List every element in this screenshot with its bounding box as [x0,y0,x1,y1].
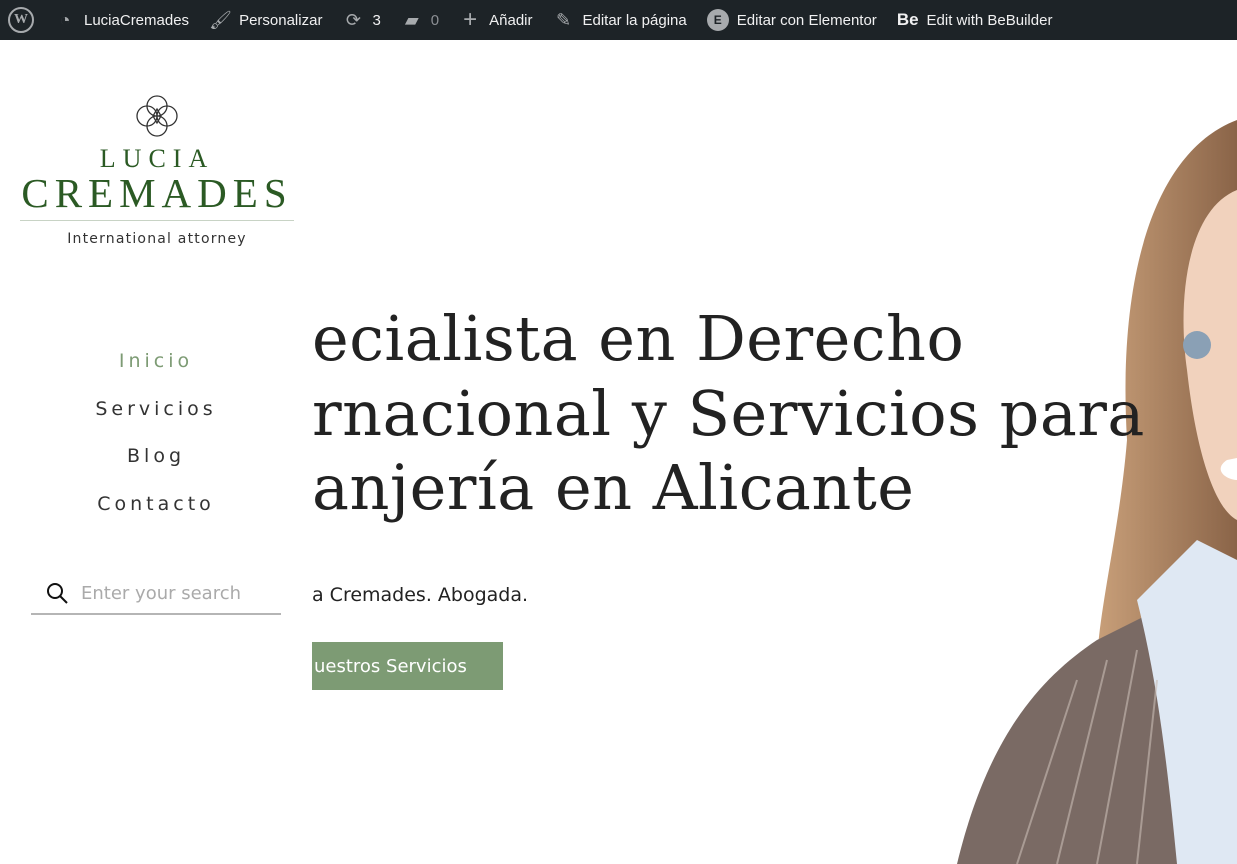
hero-heading-line-1: ecialista en Derecho [312,302,965,375]
logo-emblem-icon [136,95,178,137]
customize-link[interactable]: 🖌︎ Personalizar [209,0,322,40]
main-nav: Inicio Servicios Blog Contacto [0,346,312,536]
search-input[interactable] [81,582,281,604]
logo-divider [20,220,294,221]
elementor-icon: E [706,9,729,31]
brush-icon: 🖌︎ [209,9,232,30]
pencil-icon: ✎ [555,9,572,30]
services-button[interactable]: uestros Servicios [312,642,503,690]
refresh-icon: ⟳ [345,9,361,30]
site-name-link[interactable]: ◔ LuciaCremades [54,0,190,40]
add-new-link[interactable]: + Añadir [459,0,532,40]
nav-item-contacto[interactable]: Contacto [0,489,312,537]
hero-heading-line-2: rnacional y Servicios para [312,377,1145,450]
site-logo[interactable]: LUCIA CREMADES International attorney [20,94,294,247]
edit-page-link[interactable]: ✎ Editar la página [552,0,687,40]
updates-link[interactable]: ⟳ 3 [342,0,381,40]
bebuilder-icon: Be [896,10,919,29]
nav-item-blog[interactable]: Blog [0,441,312,489]
comments-link[interactable]: ▰ 0 [401,0,439,40]
bebuilder-link[interactable]: Be Edit with BeBuilder [897,0,1053,40]
admin-bar: W ◔ LuciaCremades 🖌︎ Personalizar ⟳ 3 ▰ 0 + A… [0,0,1237,40]
search-icon[interactable] [45,581,69,605]
hero-subtitle: a Cremades. Abogada. [312,584,529,606]
plus-icon: + [463,6,478,33]
dashboard-icon: ◔ [59,9,71,30]
comment-icon: ▰ [404,9,419,30]
search-box [31,573,281,615]
nav-item-servicios[interactable]: Servicios [0,394,312,442]
sidebar: LUCIA CREMADES International attorney In… [0,40,312,864]
hero-heading-line-3: anjería en Alicante [312,451,915,524]
wordpress-logo-icon[interactable]: W [8,7,34,33]
nav-item-inicio[interactable]: Inicio [0,346,312,394]
elementor-link[interactable]: E Editar con Elementor [706,0,877,40]
